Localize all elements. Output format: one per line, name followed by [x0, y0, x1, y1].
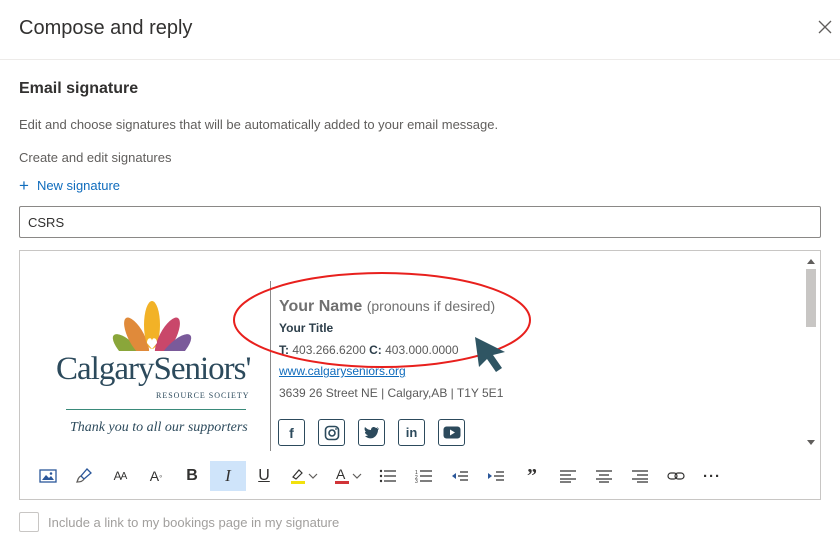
instagram-icon[interactable]	[318, 419, 345, 446]
close-icon[interactable]	[816, 18, 834, 36]
calgary-seniors-logo: CalgarySeniors' RESOURCE SOCIETY Thank y…	[50, 291, 260, 451]
scroll-thumb[interactable]	[806, 269, 816, 327]
bookings-option[interactable]: Include a link to my bookings page in my…	[19, 512, 339, 532]
logo-text: CalgarySeniors'	[56, 351, 251, 387]
phone-c: 403.000.0000	[385, 343, 459, 357]
font-size-button[interactable]: AA	[102, 461, 138, 491]
section-subheading: Create and edit signatures	[19, 150, 172, 165]
underline-button[interactable]: U	[246, 461, 282, 491]
quote-button[interactable]: ”	[514, 461, 550, 491]
decrease-indent-icon	[452, 471, 468, 481]
lotus-icon	[112, 301, 192, 351]
new-signature-button[interactable]: + New signature	[19, 175, 121, 195]
signature-title: Your Title	[279, 321, 334, 335]
align-left-button[interactable]	[550, 461, 586, 491]
align-right-button[interactable]	[622, 461, 658, 491]
youtube-icon[interactable]	[438, 419, 465, 446]
link-icon	[667, 472, 685, 480]
highlight-button[interactable]	[282, 461, 326, 491]
phone-t-label: T:	[279, 343, 289, 357]
pronouns-text: (pronouns if desired)	[366, 298, 496, 314]
format-painter-button[interactable]	[66, 461, 102, 491]
insert-image-button[interactable]	[30, 461, 66, 491]
numbering-icon: 123	[415, 470, 432, 483]
signature-address: 3639 26 Street NE | Calgary,AB | T1Y 5E1	[279, 386, 504, 400]
brush-icon	[75, 468, 92, 483]
twitter-icon[interactable]	[358, 419, 385, 446]
facebook-icon[interactable]: f	[278, 419, 305, 446]
phone-t: 403.266.6200	[292, 343, 366, 357]
align-left-icon	[560, 470, 576, 483]
dialog-header: Compose and reply	[0, 0, 840, 60]
logo-divider	[66, 409, 246, 410]
phone-c-label: C:	[369, 343, 382, 357]
align-center-icon	[596, 470, 612, 483]
signature-website-link[interactable]: www.calgaryseniors.org	[279, 364, 406, 378]
signature-phone: T: 403.266.6200 C: 403.000.0000	[279, 343, 459, 357]
font-color-button[interactable]: A	[326, 461, 370, 491]
section-title: Email signature	[19, 80, 139, 97]
linkedin-icon[interactable]: in	[398, 419, 425, 446]
signature-content[interactable]: CalgarySeniors' RESOURCE SOCIETY Thank y…	[20, 251, 802, 451]
bullets-icon	[379, 469, 396, 483]
name-text: Your Name	[279, 298, 363, 315]
image-icon	[39, 469, 57, 483]
bullets-button[interactable]	[370, 461, 406, 491]
increase-indent-button[interactable]	[478, 461, 514, 491]
formatting-toolbar: AA A ◦ B I U A 123 ” ···	[20, 459, 820, 493]
bold-button[interactable]: B	[174, 461, 210, 491]
section-description: Edit and choose signatures that will be …	[19, 117, 499, 132]
bookings-label: Include a link to my bookings page in my…	[48, 514, 340, 530]
superscript-button[interactable]: A ◦	[138, 461, 174, 491]
font-color-icon: A	[335, 467, 362, 484]
signature-name: Your Name (pronouns if desired)	[279, 298, 495, 316]
more-options-button[interactable]: ···	[694, 461, 730, 491]
social-links: f in	[278, 419, 465, 446]
scroll-down-icon[interactable]	[807, 440, 815, 445]
signature-editor[interactable]: CalgarySeniors' RESOURCE SOCIETY Thank y…	[19, 250, 821, 500]
signature-divider	[270, 281, 271, 451]
plus-icon: +	[19, 175, 29, 195]
increase-indent-icon	[488, 471, 504, 481]
italic-button[interactable]: I	[210, 461, 246, 491]
scroll-up-icon[interactable]	[807, 259, 815, 264]
new-signature-label: New signature	[36, 178, 121, 193]
numbering-button[interactable]: 123	[406, 461, 442, 491]
editor-scrollbar[interactable]	[802, 251, 820, 451]
decrease-indent-button[interactable]	[442, 461, 478, 491]
align-right-icon	[632, 470, 648, 483]
link-button[interactable]	[658, 461, 694, 491]
align-center-button[interactable]	[586, 461, 622, 491]
highlighter-icon	[291, 469, 318, 484]
bookings-checkbox[interactable]	[19, 512, 39, 532]
svg-text:A: A	[336, 467, 346, 482]
dialog-title: Compose and reply	[19, 17, 193, 39]
logo-tagline: Thank you to all our supporters	[70, 420, 248, 435]
svg-text:3: 3	[415, 479, 418, 483]
logo-subtitle: RESOURCE SOCIETY	[156, 391, 250, 400]
signature-name-input[interactable]	[19, 206, 821, 238]
